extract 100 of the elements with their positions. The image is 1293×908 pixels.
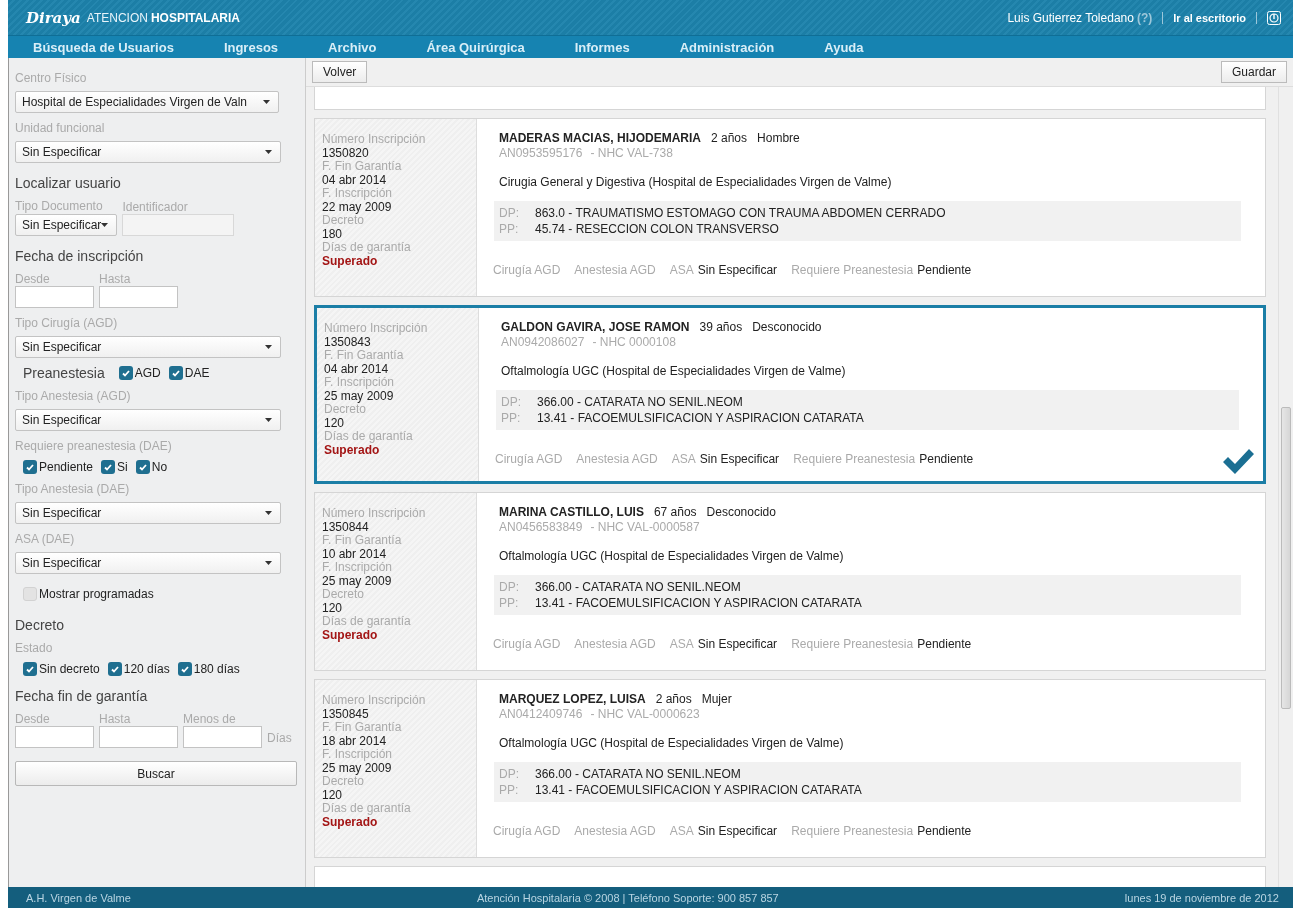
procedure-text: 45.74 - RESECCION COLON TRANSVERSO [535,222,779,236]
nav-menu-item[interactable]: Informes [574,39,630,55]
nav-menu-item[interactable]: Ayuda [824,39,864,55]
search-button[interactable]: Buscar [15,761,297,786]
field-label: Decreto [322,588,366,601]
status-label: Anestesia AGD [574,824,656,838]
footer-text: lunes 19 de noviembre de 2012 [1124,891,1279,904]
field-label: Centro Físico [15,71,88,85]
status-value: Pendiente [917,263,972,277]
status-value: Pendiente [919,452,974,466]
procedure-text: 13.41 - FACOEMULSIFICACION Y ASPIRACION CATARATA [537,411,864,425]
checkbox[interactable] [168,366,183,380]
nav-menu-item[interactable]: Ingresos [223,39,279,55]
check-icon [180,665,189,673]
field-label: Número Inscripción [324,322,429,335]
field-label: Decreto [324,403,368,416]
patient-card[interactable] [314,305,1266,484]
section-heading: Preanestesia [23,365,105,381]
field-label: Decreto [322,214,366,227]
field-value: 1350844 [322,520,370,534]
patient-id: AN0412409746 [499,707,583,721]
dropdown[interactable]: Sin Especificar [15,214,118,236]
patient-age: 67 años [653,505,697,519]
dropdown[interactable]: Sin Especificar [15,141,281,163]
patient-sex: Desconocido [752,320,822,334]
status-value: Sin Especificar [697,263,778,277]
patient-id: AN0953595176 [499,146,583,160]
field-label: Número Inscripción [322,133,427,146]
dropdown[interactable]: Sin Especificar [15,502,281,524]
dropdown[interactable]: Sin Especificar [15,409,281,431]
checkbox[interactable] [23,460,37,474]
checkbox[interactable] [118,366,133,380]
caret-icon [265,561,272,565]
caret-icon [101,223,109,227]
nav-menu-item[interactable]: Administración [679,39,775,55]
nav-menu-item[interactable]: Búsqueda de Usuarios [33,39,174,55]
field-label: Días de garantía [322,241,412,254]
checkbox-label: No [151,460,168,474]
status-label: ASA [671,452,696,466]
check-icon [171,369,180,377]
checkbox[interactable] [177,662,192,676]
procedure-label: DP: [499,580,520,594]
section-heading: Localizar usuario [15,175,122,191]
back-button[interactable]: Volver [312,61,368,83]
procedure-label: DP: [501,395,522,409]
procedure-label: PP: [499,596,520,610]
field-value: 1350845 [322,707,370,721]
nav-menu-item[interactable]: Área Quirúrgica [426,39,525,55]
check-icon [26,665,34,673]
status-label: Cirugía AGD [493,263,561,277]
unit-label: Días [267,731,292,747]
status-value: Pendiente [917,637,972,651]
checkbox[interactable] [101,460,116,474]
procedure-label: PP: [499,222,520,236]
field-label: F. Fin Garantía [322,721,403,734]
patient-name: MARQUEZ LOPEZ, LUISA [499,692,646,706]
checkbox[interactable] [23,662,37,676]
save-button[interactable]: Guardar [1220,61,1287,83]
power-icon[interactable] [1267,10,1281,25]
field-label: Días de garantía [322,802,412,815]
checkbox[interactable] [23,587,37,601]
input-field[interactable] [15,726,94,748]
checkbox[interactable] [135,460,150,474]
record-number: - NHC VAL-0000587 [590,520,700,534]
dropdown[interactable]: Sin Especificar [15,552,281,574]
status-label: Requiere Preanestesia [791,263,914,277]
checkmark-icon [1221,447,1255,475]
input-field[interactable] [183,726,262,748]
checkbox-label: Sin decreto [39,662,100,676]
field-label: F. Fin Garantía [324,349,405,362]
status-label: Cirugía AGD [493,637,561,651]
input-field[interactable] [99,726,178,748]
field-value: 04 abr 2014 [324,362,390,376]
patient-name: GALDON GAVIRA, JOSE RAMON [501,320,690,334]
dropdown[interactable]: Sin Especificar [15,336,281,358]
status-value: Sin Especificar [697,824,778,838]
field-value: 1350843 [324,335,372,349]
input-field[interactable] [99,286,178,308]
field-value: 04 abr 2014 [322,173,388,187]
field-label: Requiere preanestesia (DAE) [15,439,173,453]
procedure-text: 13.41 - FACOEMULSIFICACION Y ASPIRACION CATARATA [535,783,862,797]
status-label: Anestesia AGD [574,263,656,277]
record-number: - NHC 0000108 [592,335,676,349]
field-label: Menos de [183,712,237,726]
dropdown[interactable]: Hospital de Especialidades Virgen de Valn [15,91,279,113]
desktop-link[interactable]: Ir al escritorio [1173,11,1246,24]
input-field[interactable] [15,286,94,308]
field-value: Superado [324,443,381,457]
nav-menu-item[interactable]: Archivo [328,39,377,55]
app-title: HOSPITALARIA [150,10,240,25]
scrollbar[interactable] [1278,87,1293,887]
checkbox-label: AGD [134,366,161,380]
field-value: Superado [322,254,379,268]
field-value: 120 [322,601,344,615]
check-icon [121,369,130,377]
field-value: 25 may 2009 [322,574,393,588]
section-heading: Fecha de inscripción [15,248,145,264]
field-label: Hasta [99,272,132,286]
status-label: ASA [669,637,694,651]
checkbox[interactable] [107,662,122,676]
